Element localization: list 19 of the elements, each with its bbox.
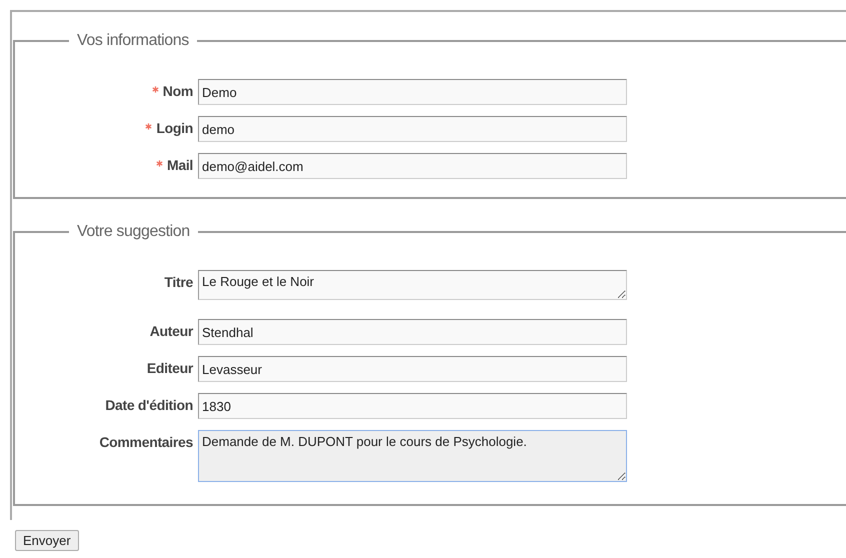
text-field[interactable]: Demo [198,79,627,105]
fieldset-legend: Votre suggestion [69,223,198,241]
text-field[interactable]: demo [198,116,627,142]
field-label: Titre [164,274,193,290]
text-area[interactable]: Le Rouge et le Noir [198,270,627,300]
text-area[interactable]: Demande de M. DUPONT pour le cours de Psychologie. [198,430,627,482]
fieldset-legend: Vos informations [69,32,197,50]
field-label: Nom [162,83,193,99]
text-field[interactable]: Levasseur [198,356,627,382]
field-label: Mail [166,157,193,173]
field-label: Commentaires [99,434,193,450]
field-label: Date d'édition [105,397,193,413]
field-label: Auteur [150,323,193,339]
text-field[interactable]: Stendhal [198,319,627,345]
field-label: Editeur [146,360,193,376]
text-field[interactable]: demo@aidel.com [198,153,627,179]
submit-button[interactable]: Envoyer [15,530,79,551]
field-label: Login [156,120,193,136]
text-field[interactable]: 1830 [198,393,627,419]
